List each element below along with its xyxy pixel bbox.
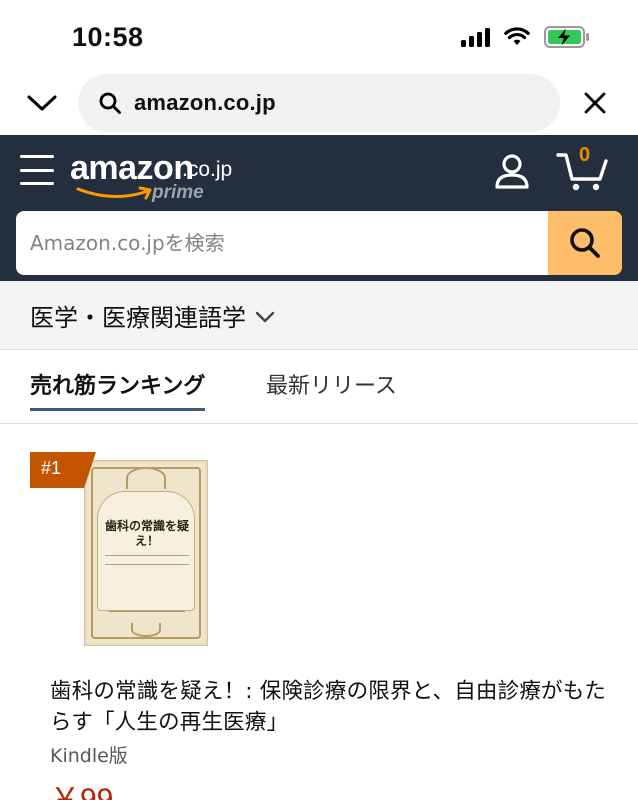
address-url: amazon.co.jp <box>134 90 276 115</box>
category-label: 医学・医療関連語学 <box>30 303 246 332</box>
tab-bestsellers[interactable]: 売れ筋ランキング <box>30 368 206 411</box>
signal-icon <box>461 27 490 47</box>
cart-button[interactable]: 0 <box>556 144 612 193</box>
amazon-header: amazon .co.jp prime 0 <box>0 135 638 281</box>
browser-address-row: amazon.co.jp <box>0 72 638 134</box>
status-icons <box>461 26 590 48</box>
tab-new-releases[interactable]: 最新リリース <box>266 368 397 400</box>
chevron-down-icon <box>255 311 275 323</box>
status-time: 10:58 <box>72 22 144 52</box>
chevron-down-icon <box>27 95 57 111</box>
book-cover-image[interactable]: 歯科の常識を疑え！ <box>84 460 208 646</box>
logo-prime: prime <box>152 182 204 203</box>
account-button[interactable] <box>492 151 532 191</box>
ranking-tabs: 売れ筋ランキング 最新リリース <box>0 350 638 424</box>
search-input[interactable] <box>16 211 548 275</box>
search-icon <box>570 228 600 258</box>
product-price: ￥99 <box>50 783 114 800</box>
logo-tld: .co.jp <box>182 158 233 181</box>
wifi-icon <box>504 27 530 45</box>
close-icon <box>584 92 606 114</box>
search-box <box>16 211 622 275</box>
product-title[interactable]: 歯科の常識を疑え！: 保険診療の限界と、自由診療がもたらす「人生の再生医療」 <box>50 676 610 738</box>
amazon-prime-logo[interactable]: amazon .co.jp prime <box>70 149 270 213</box>
battery-charging-icon <box>544 26 589 48</box>
search-button[interactable] <box>548 211 622 275</box>
search-icon <box>99 92 121 114</box>
smile-arrow-icon <box>76 186 152 200</box>
collapse-button[interactable] <box>24 86 60 120</box>
product-item[interactable]: 歯科の常識を疑え！ #1 歯科の常識を疑え！: 保険診療の限界と、自由診療がもた… <box>0 424 638 800</box>
hamburger-menu-icon[interactable] <box>20 155 54 185</box>
status-bar: 10:58 <box>0 0 638 72</box>
category-selector[interactable]: 医学・医療関連語学 <box>0 281 638 350</box>
close-button[interactable] <box>578 86 612 120</box>
cart-count: 0 <box>579 144 591 166</box>
book-cover-title: 歯科の常識を疑え！ <box>104 519 189 548</box>
product-format: Kindle版 <box>50 745 128 767</box>
user-icon <box>495 154 529 189</box>
address-bar[interactable]: amazon.co.jp <box>78 74 560 132</box>
